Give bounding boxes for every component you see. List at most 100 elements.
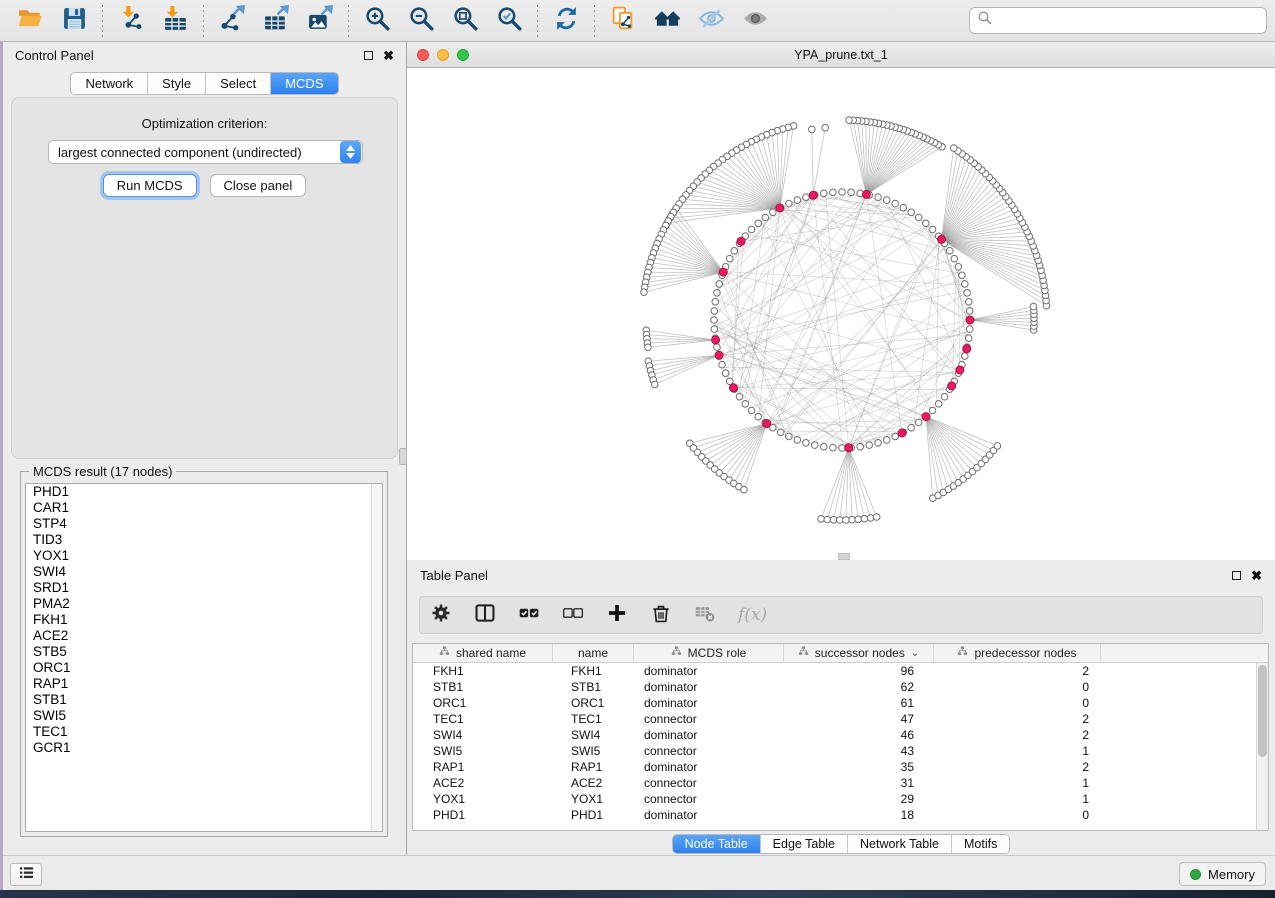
first-neighbors-button[interactable] [645,4,689,38]
list-icon [18,864,35,886]
column-header-shared-name[interactable]: shared name [413,644,553,662]
close-table-panel-icon[interactable]: ✖ [1251,569,1262,582]
mcds-result-item[interactable]: FKH1 [26,612,382,628]
mcds-result-item[interactable]: PHD1 [26,484,382,500]
table-row[interactable]: TEC1TEC1connector472 [413,711,1268,727]
cell-successor-nodes: 61 [784,695,934,711]
search-input[interactable] [998,13,1259,28]
export-image-icon [307,5,334,37]
search-box[interactable] [969,7,1267,34]
column-header-MCDS-role[interactable]: MCDS role [634,644,784,662]
float-panel-icon[interactable] [364,51,373,60]
tab-network-table[interactable]: Network Table [848,835,952,853]
mcds-result-item[interactable]: STP4 [26,516,382,532]
search-icon [977,10,993,31]
close-panel-button[interactable]: Close panel [210,174,307,197]
table-row[interactable]: SWI4SWI4dominator462 [413,727,1268,743]
float-table-panel-icon[interactable] [1232,571,1241,580]
zoom-in-button[interactable] [355,4,399,38]
gear-icon[interactable] [430,602,452,629]
table-row[interactable]: RAP1RAP1dominator352 [413,759,1268,775]
save-session-button[interactable] [52,4,96,38]
mcds-result-item[interactable]: ORC1 [26,660,382,676]
cell-successor-nodes: 43 [784,743,934,759]
panel-divider-handle[interactable] [399,448,407,465]
split-pane-icon[interactable] [474,602,496,629]
mcds-result-item[interactable]: TID3 [26,532,382,548]
mcds-list-scrollbar[interactable] [371,484,382,831]
table-row[interactable]: PHD1PHD1dominator180 [413,807,1268,823]
column-header-predecessor-nodes[interactable]: predecessor nodes [934,644,1101,662]
tab-node-table[interactable]: Node Table [673,835,761,853]
refresh-layout-button[interactable] [544,4,588,38]
mcds-result-item[interactable]: SWI5 [26,708,382,724]
mcds-result-list[interactable]: PHD1CAR1STP4TID3YOX1SWI4SRD1PMA2FKH1ACE2… [25,483,383,832]
desktop-wallpaper-bottom [0,890,1275,898]
cell-predecessor-nodes: 1 [934,775,1101,791]
mcds-result-item[interactable]: ACE2 [26,628,382,644]
mcds-result-item[interactable]: GCR1 [26,740,382,756]
export-image-button[interactable] [298,4,342,38]
network-canvas[interactable] [407,68,1275,560]
mcds-result-item[interactable]: SRD1 [26,580,382,596]
tab-network[interactable]: Network [71,73,148,94]
mcds-result-item[interactable]: RAP1 [26,676,382,692]
cell-predecessor-nodes: 1 [934,791,1101,807]
table-row[interactable]: FKH1FKH1dominator962 [413,663,1268,679]
import-table-button[interactable] [153,4,197,38]
mcds-result-item[interactable]: TEC1 [26,724,382,740]
mcds-result-item[interactable]: STB5 [26,644,382,660]
delete-column-icon[interactable] [650,602,672,629]
zoom-out-button[interactable] [399,4,443,38]
cell-shared-name: RAP1 [413,759,553,775]
close-panel-icon[interactable]: ✖ [383,49,394,62]
table-row[interactable]: STB1STB1dominator620 [413,679,1268,695]
deselect-all-icon[interactable] [562,602,584,629]
import-network-button[interactable] [109,4,153,38]
table-scrollbar-thumb[interactable] [1258,665,1267,757]
show-all-button[interactable] [733,4,777,38]
main-toolbar [0,0,1275,42]
table-scrollbar[interactable] [1256,663,1268,830]
import-table-icon [162,5,189,37]
export-table-button[interactable] [254,4,298,38]
memory-button[interactable]: Memory [1179,862,1266,886]
network-titlebar[interactable]: YPA_prune.txt_1 [407,42,1275,68]
table-row[interactable]: SWI5SWI5connector431 [413,743,1268,759]
mcds-result-item[interactable]: PMA2 [26,596,382,612]
export-network-button[interactable] [210,4,254,38]
cell-successor-nodes: 18 [784,807,934,823]
column-header-successor-nodes[interactable]: successor nodes⌄ [784,644,934,662]
table-body: FKH1FKH1dominator962STB1STB1dominator620… [413,663,1268,823]
add-column-icon[interactable] [606,602,628,629]
hide-selected-button[interactable] [689,4,733,38]
table-row[interactable]: ORC1ORC1dominator610 [413,695,1268,711]
network-graph[interactable] [407,68,1273,560]
select-all-icon[interactable] [518,602,540,629]
tab-edge-table[interactable]: Edge Table [761,835,848,853]
duplicate-network-button[interactable] [601,4,645,38]
splitter-handle[interactable] [838,553,850,560]
memory-label: Memory [1208,867,1255,882]
pages-share-icon [610,5,637,37]
mcds-result-item[interactable]: YOX1 [26,548,382,564]
column-header-name[interactable]: name [553,644,634,662]
zoom-fit-button[interactable] [443,4,487,38]
table-row[interactable]: ACE2ACE2connector311 [413,775,1268,791]
tab-mcds[interactable]: MCDS [271,73,337,94]
tab-style[interactable]: Style [148,73,206,94]
mcds-result-item[interactable]: CAR1 [26,500,382,516]
tab-select[interactable]: Select [206,73,271,94]
table-row[interactable]: YOX1YOX1connector291 [413,791,1268,807]
open-file-button[interactable] [8,4,52,38]
task-history-button[interactable] [10,863,42,886]
function-builder-icon: f(x) [738,605,767,625]
mcds-result-item[interactable]: STB1 [26,692,382,708]
tab-motifs[interactable]: Motifs [952,835,1009,853]
run-mcds-button[interactable]: Run MCDS [103,174,197,197]
mcds-result-item[interactable]: SWI4 [26,564,382,580]
optimization-criterion-select[interactable]: largest connected component (undirected) [48,140,363,164]
zoom-selected-button[interactable] [487,4,531,38]
cell-shared-name: STB1 [413,679,553,695]
houses-icon [654,5,681,37]
